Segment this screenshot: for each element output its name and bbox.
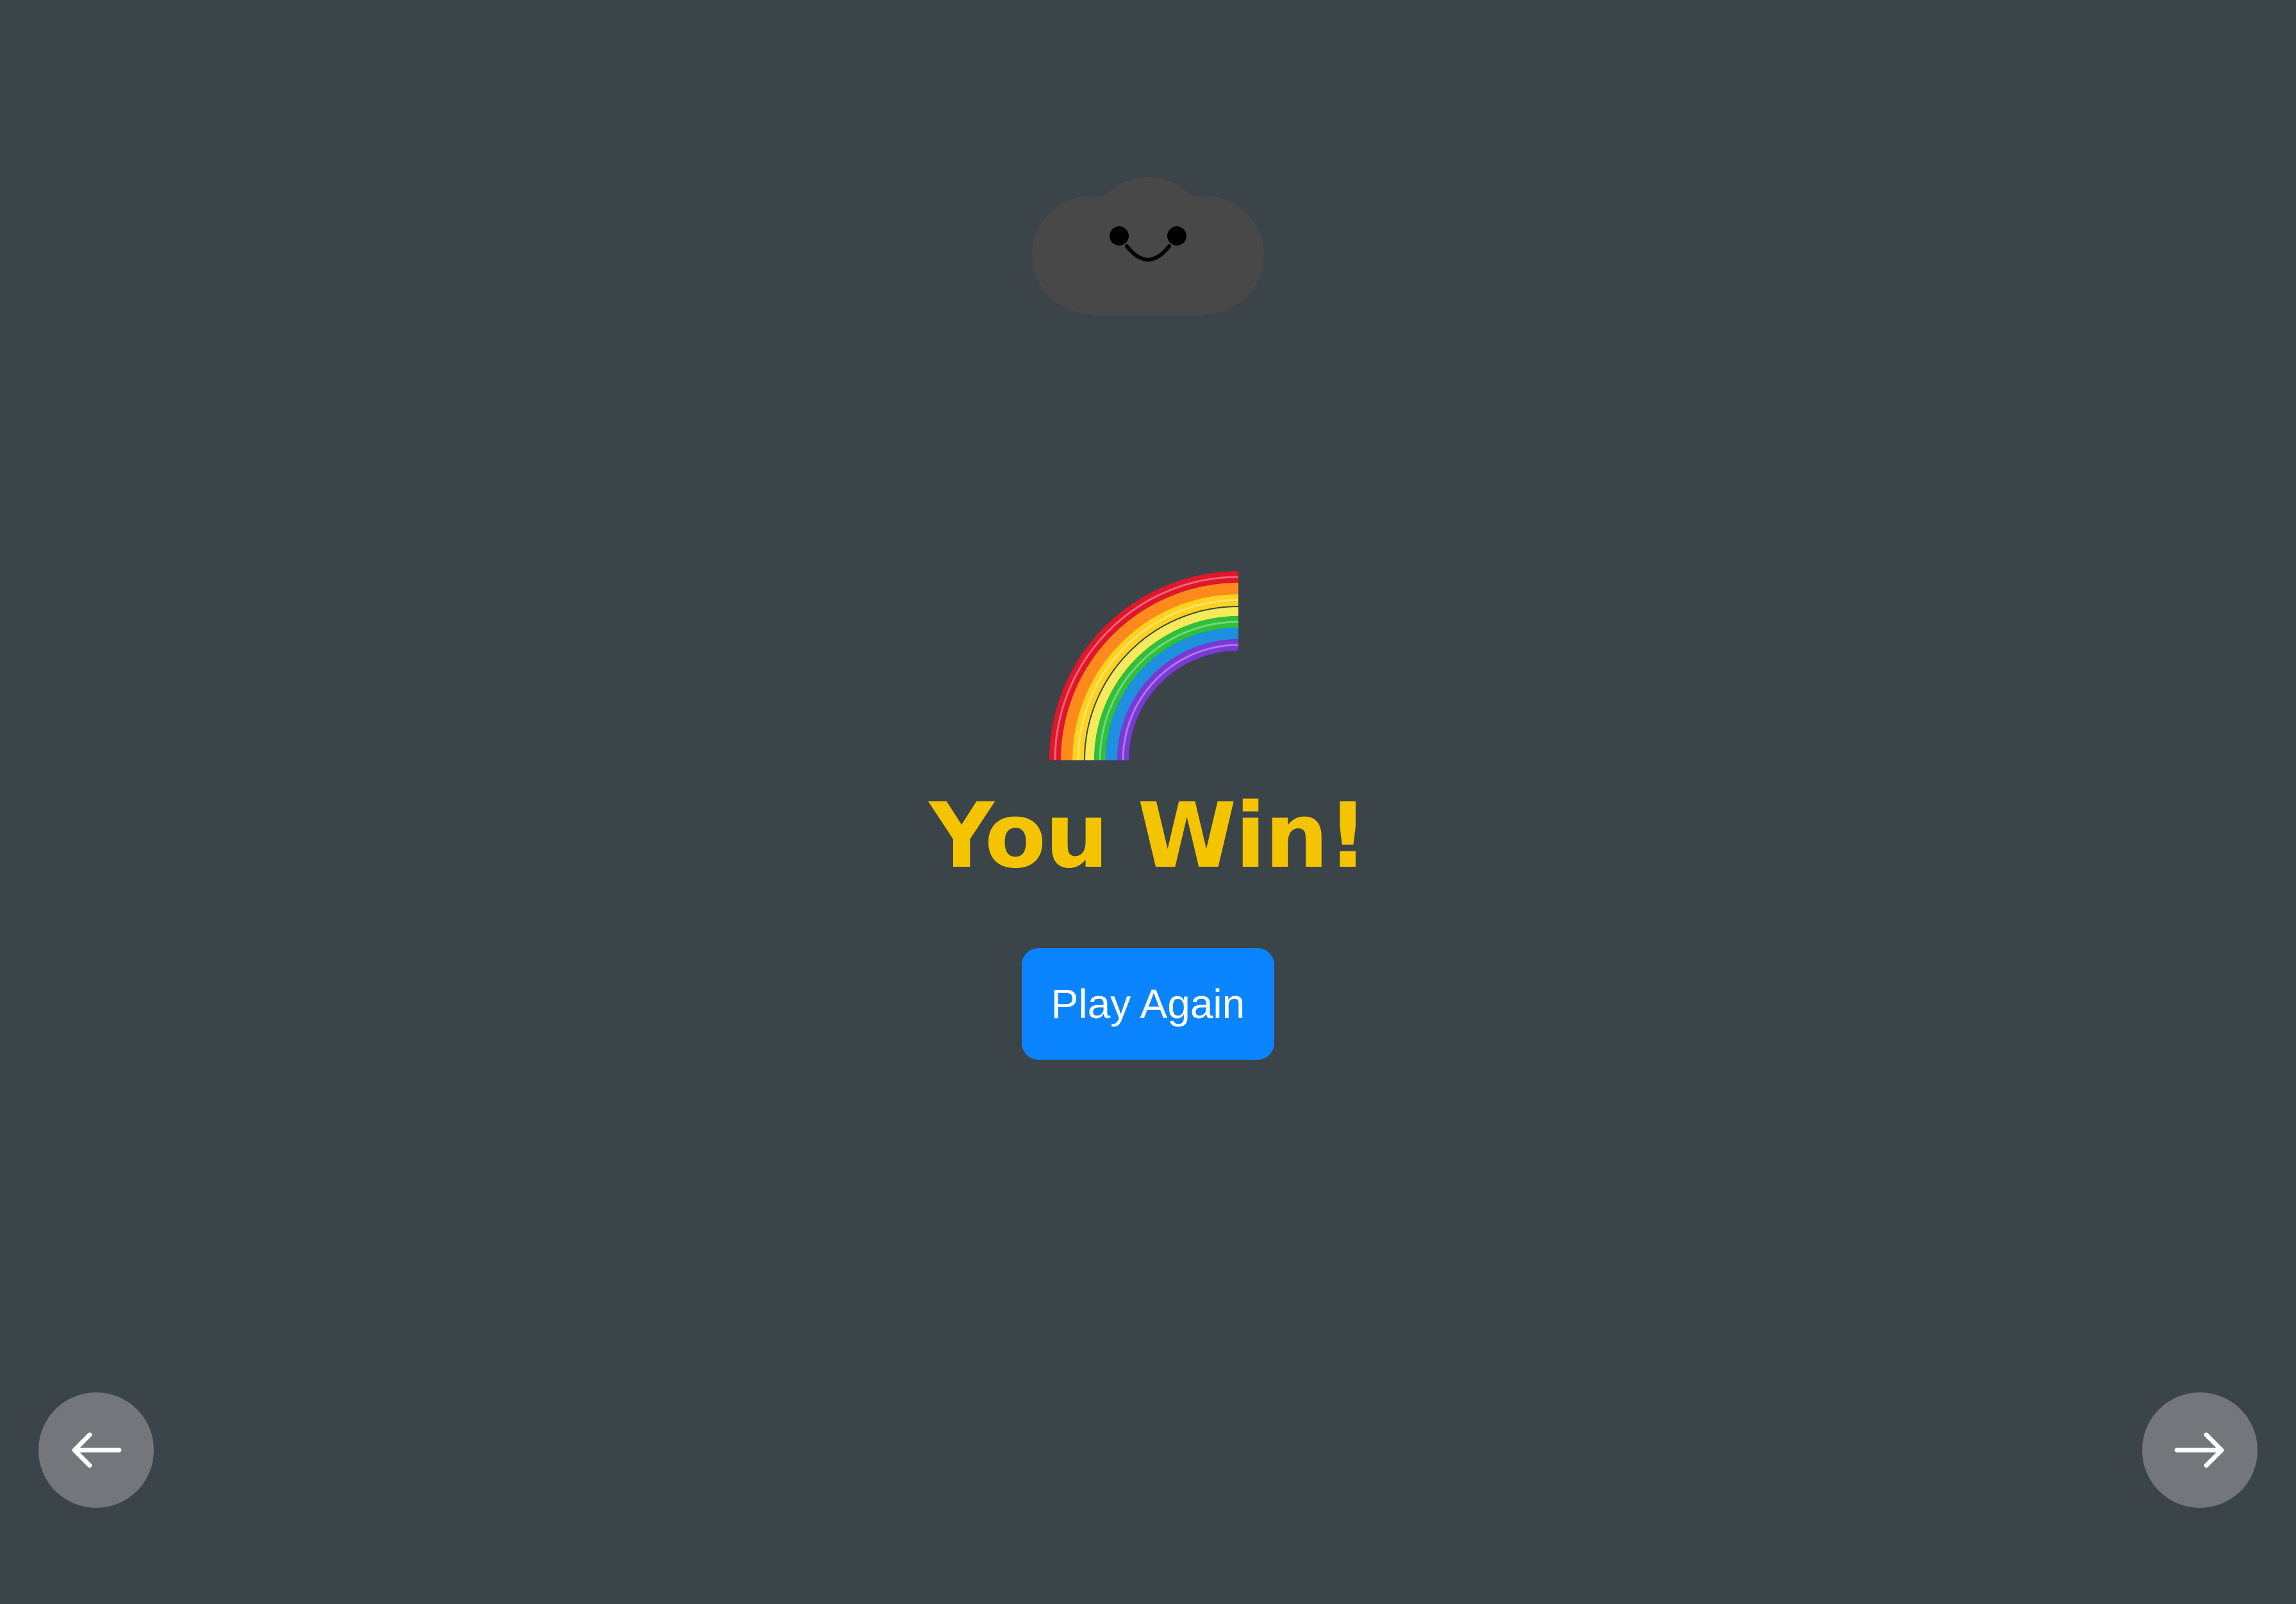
previous-button[interactable] bbox=[38, 1392, 154, 1508]
rainbow-icon bbox=[1049, 571, 1241, 763]
play-again-button[interactable]: Play Again bbox=[1022, 948, 1274, 1060]
smiling-cloud-icon bbox=[1032, 177, 1264, 315]
win-title: You Win! bbox=[929, 784, 1368, 889]
cloud-left-eye bbox=[1110, 226, 1129, 246]
cloud-right-eye bbox=[1167, 226, 1186, 246]
arrow-right-icon bbox=[2173, 1430, 2227, 1471]
game-screen: You Win! Play Again bbox=[0, 0, 2296, 1604]
next-button[interactable] bbox=[2142, 1392, 2258, 1508]
arrow-left-icon bbox=[69, 1430, 123, 1471]
